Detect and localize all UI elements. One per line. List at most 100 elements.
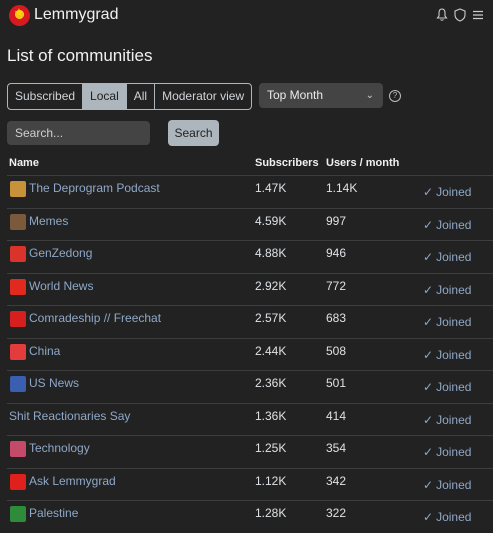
subscribers-count: 2.57K (255, 311, 287, 325)
joined-button[interactable]: ✓ Joined (423, 185, 471, 199)
sort-select[interactable]: Top Month ⌄ (259, 83, 383, 108)
joined-label: Joined (436, 412, 472, 427)
community-name-link[interactable]: US News (29, 376, 79, 390)
table-row: China 2.44K 508 ✓ Joined (7, 337, 493, 371)
navbar: Lemmygrad (0, 0, 493, 32)
joined-label: Joined (436, 347, 472, 362)
joined-button[interactable]: ✓ Joined (423, 315, 471, 329)
community-name-link[interactable]: Technology (29, 441, 90, 455)
listing-type-tabs: Subscribed Local All Moderator view (7, 83, 253, 110)
users-month-count: 414 (326, 408, 347, 423)
chevron-down-icon: ⌄ (365, 90, 374, 101)
table-row: World News 2.92K 772 ✓ Joined (7, 272, 493, 306)
users-month-count: 501 (326, 376, 347, 390)
community-name-link[interactable]: The Deprogram Podcast (29, 181, 160, 195)
joined-label: Joined (436, 185, 472, 199)
subscribers-count: 2.92K (255, 278, 287, 293)
subscribers-count: 4.59K (255, 213, 287, 228)
table-row: The Deprogram Podcast 1.47K 1.14K ✓ Joined (7, 175, 493, 208)
check-icon: ✓ (423, 510, 434, 524)
check-icon: ✓ (423, 412, 434, 427)
brand-name[interactable]: Lemmygrad (34, 6, 118, 24)
users-month-count: 322 (326, 506, 347, 520)
table-row: Technology 1.25K 354 ✓ Joined (7, 435, 493, 468)
check-icon: ✓ (423, 477, 434, 492)
joined-button[interactable]: ✓ Joined (423, 348, 471, 362)
tab-all[interactable]: All (127, 84, 156, 109)
table-row: Shit Reactionaries Say 1.36K 414 ✓ Joined (7, 402, 493, 436)
bell-icon[interactable] (436, 8, 448, 22)
subscribers-count: 2.36K (255, 376, 287, 390)
community-name-link[interactable]: Memes (29, 214, 68, 228)
community-name-link[interactable]: China (29, 344, 60, 358)
subscribers-count: 1.12K (255, 473, 287, 488)
joined-label: Joined (436, 250, 472, 264)
users-month-count: 997 (326, 213, 347, 228)
tab-moderator-view[interactable]: Moderator view (155, 84, 251, 109)
column-header-subscribers[interactable]: Subscribers (255, 157, 319, 169)
joined-button[interactable]: ✓ Joined (423, 283, 471, 297)
community-avatar-icon (10, 473, 26, 490)
search-input[interactable] (7, 121, 150, 145)
help-icon[interactable]: ? (389, 90, 401, 102)
check-icon: ✓ (423, 282, 434, 297)
subscribers-count: 4.88K (255, 246, 287, 260)
check-icon: ✓ (423, 217, 434, 232)
community-avatar-icon (10, 181, 26, 197)
community-avatar-icon (10, 343, 26, 360)
check-icon: ✓ (423, 347, 434, 362)
table-row: Comradeship // Freechat 2.57K 683 ✓ Joined (7, 305, 493, 338)
community-avatar-icon (10, 278, 26, 295)
community-name-link[interactable]: World News (29, 279, 93, 293)
community-avatar-icon (10, 246, 26, 262)
column-header-name[interactable]: Name (9, 157, 39, 169)
users-month-count: 1.14K (326, 181, 358, 195)
check-icon: ✓ (423, 185, 434, 199)
community-name-link[interactable]: Shit Reactionaries Say (9, 409, 130, 423)
users-month-count: 342 (326, 473, 347, 488)
community-avatar-icon (10, 213, 26, 230)
users-month-count: 946 (326, 246, 347, 260)
subscribers-count: 1.25K (255, 441, 287, 455)
shield-icon[interactable] (454, 8, 466, 22)
table-row: Ask Lemmygrad 1.12K 342 ✓ Joined (7, 467, 493, 501)
tab-local[interactable]: Local (83, 84, 127, 109)
subscribers-count: 1.36K (255, 408, 287, 423)
community-avatar-icon (10, 506, 26, 522)
column-header-users-month[interactable]: Users / month (326, 157, 399, 169)
joined-label: Joined (436, 445, 472, 459)
check-icon: ✓ (423, 315, 434, 329)
check-icon: ✓ (423, 445, 434, 459)
community-avatar-icon (10, 441, 26, 457)
subscribers-count: 1.47K (255, 181, 287, 195)
joined-label: Joined (436, 380, 472, 394)
joined-button[interactable]: ✓ Joined (423, 250, 471, 264)
joined-button[interactable]: ✓ Joined (423, 218, 471, 232)
nav-icons (436, 8, 484, 22)
community-name-link[interactable]: Comradeship // Freechat (29, 311, 161, 325)
table-row: US News 2.36K 501 ✓ Joined (7, 370, 493, 403)
sort-select-value: Top Month (267, 88, 324, 102)
subscribers-count: 2.44K (255, 343, 287, 358)
joined-label: Joined (436, 477, 472, 492)
users-month-count: 772 (326, 278, 347, 293)
users-month-count: 508 (326, 343, 347, 358)
community-name-link[interactable]: GenZedong (29, 246, 92, 260)
community-name-link[interactable]: Ask Lemmygrad (29, 474, 116, 488)
joined-button[interactable]: ✓ Joined (423, 445, 471, 459)
joined-label: Joined (436, 217, 472, 232)
joined-label: Joined (436, 282, 472, 297)
community-name-link[interactable]: Palestine (29, 506, 78, 520)
tab-subscribed[interactable]: Subscribed (8, 84, 84, 109)
joined-label: Joined (436, 510, 472, 524)
joined-button[interactable]: ✓ Joined (423, 510, 471, 524)
joined-button[interactable]: ✓ Joined (423, 478, 471, 492)
table-row: Palestine 1.28K 322 ✓ Joined (7, 500, 493, 533)
lemmygrad-logo-icon[interactable] (9, 5, 30, 26)
joined-button[interactable]: ✓ Joined (423, 380, 471, 394)
table-row: GenZedong 4.88K 946 ✓ Joined (7, 240, 493, 273)
search-button[interactable]: Search (168, 120, 219, 146)
menu-icon[interactable] (472, 8, 484, 22)
check-icon: ✓ (423, 250, 434, 264)
joined-button[interactable]: ✓ Joined (423, 413, 471, 427)
